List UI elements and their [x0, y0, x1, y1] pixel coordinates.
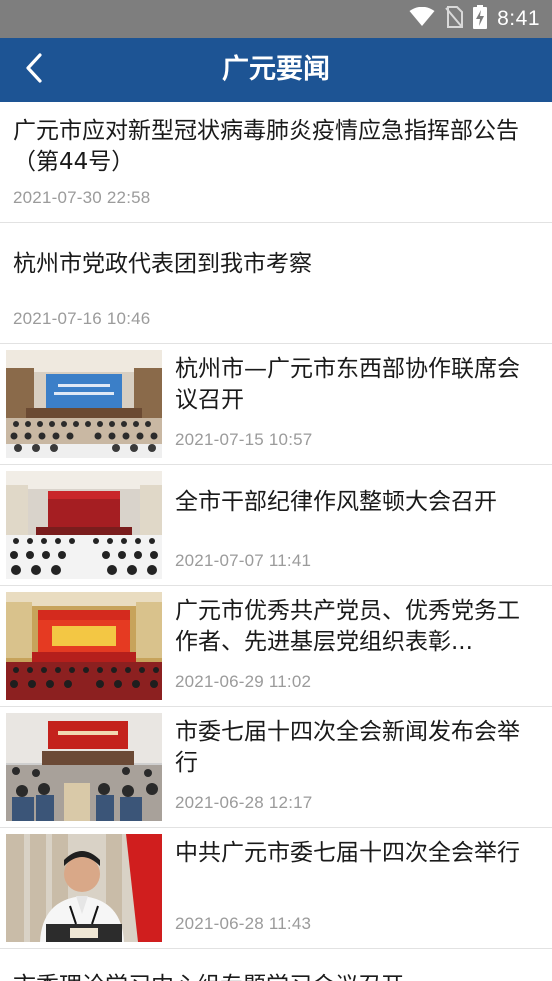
wifi-icon	[409, 6, 435, 31]
page-title: 广元要闻	[222, 54, 330, 85]
status-time: 8:41	[497, 7, 540, 30]
news-date: 2021-06-28 12:17	[175, 793, 313, 812]
news-list: 广元市应对新型冠状病毒肺炎疫情应急指挥部公告（第44号） 2021-07-30 …	[0, 102, 552, 981]
news-title: 全市干部纪律作风整顿大会召开	[175, 489, 497, 515]
news-title: 市委七届十四次全会新闻发布会举行	[175, 719, 520, 776]
news-item[interactable]: 全市干部纪律作风整顿大会召开 2021-07-07 11:41	[0, 465, 552, 586]
news-item[interactable]: 杭州市党政代表团到我市考察 2021-07-16 10:46	[0, 223, 552, 344]
news-item[interactable]: 广元市优秀共产党员、优秀党务工作者、先进基层党组织表彰... 2021-06-2…	[0, 586, 552, 707]
news-item[interactable]: 杭州市—广元市东西部协作联席会议召开 2021-07-15 10:57	[0, 344, 552, 465]
news-item[interactable]: 广元市应对新型冠状病毒肺炎疫情应急指挥部公告（第44号） 2021-07-30 …	[0, 102, 552, 223]
back-button[interactable]	[8, 44, 60, 96]
news-date: 2021-06-28 11:43	[175, 914, 312, 933]
battery-charging-icon	[473, 5, 488, 33]
news-item[interactable]: 市委七届十四次全会新闻发布会举行 2021-06-28 12:17	[0, 707, 552, 828]
speaker-at-podium-photo	[6, 834, 162, 942]
news-date: 2021-07-07 11:41	[175, 551, 312, 570]
news-item[interactable]: 中共广元市委七届十四次全会举行 2021-06-28 11:43	[0, 828, 552, 949]
news-title: 中共广元市委七届十四次全会举行	[175, 840, 520, 866]
news-title: 市委理论学习中心组专题学习会议召开	[13, 971, 538, 981]
status-icons: 8:41	[409, 0, 540, 38]
news-item[interactable]: 市委理论学习中心组专题学习会议召开	[0, 949, 552, 981]
press-conference-photo	[6, 713, 162, 821]
news-date: 2021-07-15 10:57	[175, 430, 313, 449]
app-bar: 广元要闻	[0, 38, 552, 102]
chevron-left-icon	[24, 53, 44, 87]
news-title: 广元市优秀共产党员、优秀党务工作者、先进基层党组织表彰...	[175, 598, 520, 655]
news-date: 2021-07-30 22:58	[13, 188, 151, 207]
award-ceremony-stage-photo	[6, 592, 162, 700]
news-date: 2021-07-16 10:46	[13, 309, 151, 328]
conference-hall-photo	[6, 350, 162, 458]
no-sim-icon	[445, 6, 464, 32]
news-date: 2021-06-29 11:02	[175, 672, 312, 691]
news-title: 杭州市—广元市东西部协作联席会议召开	[175, 356, 520, 413]
meeting-hall-red-banner-photo	[6, 471, 162, 579]
news-title: 杭州市党政代表团到我市考察	[13, 251, 312, 277]
news-title: 广元市应对新型冠状病毒肺炎疫情应急指挥部公告（第44号）	[13, 118, 519, 175]
status-bar: 8:41	[0, 0, 552, 38]
